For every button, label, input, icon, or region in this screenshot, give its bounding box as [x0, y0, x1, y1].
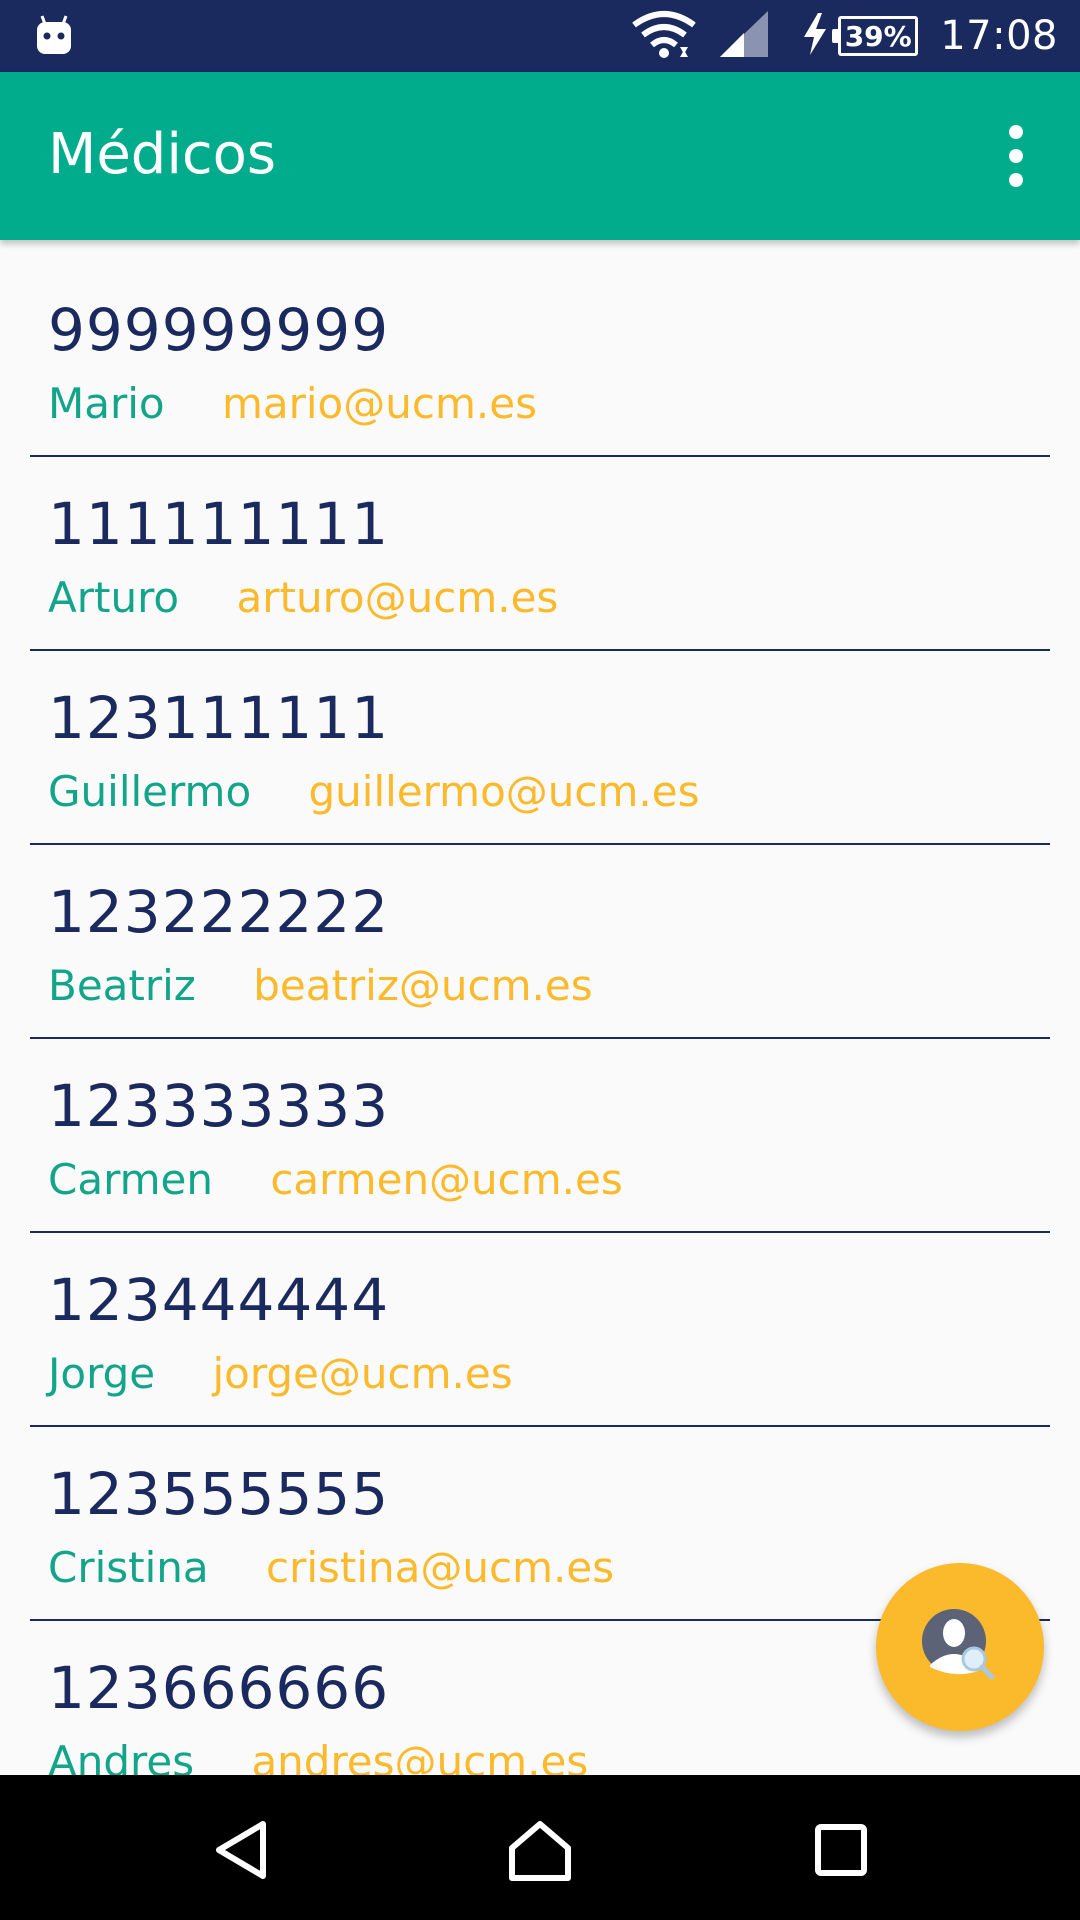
- doctor-phone: 123444444: [48, 1266, 390, 1334]
- doctor-phone: 123222222: [48, 878, 390, 946]
- battery-icon: 39%: [832, 16, 919, 56]
- list-item[interactable]: 123111111 Guillermo guillermo@ucm.es: [30, 651, 1050, 845]
- more-vert-icon-dot: [1009, 173, 1023, 187]
- doctor-phone: 999999999: [48, 296, 390, 364]
- list-item[interactable]: 123444444 Jorge jorge@ucm.es: [30, 1233, 1050, 1427]
- wifi-icon: [632, 9, 696, 63]
- android-notification-icon: [36, 14, 72, 56]
- doctor-name: Arturo: [48, 573, 180, 622]
- list-item[interactable]: 123333333 Carmen carmen@ucm.es: [30, 1039, 1050, 1233]
- doctor-email: arturo@ucm.es: [236, 573, 559, 622]
- recents-icon: [815, 1824, 867, 1876]
- recents-button[interactable]: [796, 1805, 886, 1895]
- list-item[interactable]: 111111111 Arturo arturo@ucm.es: [30, 457, 1050, 651]
- doctor-phone: 123666666: [48, 1654, 390, 1722]
- doctor-details: Carmen carmen@ucm.es: [48, 1159, 623, 1201]
- back-icon: [216, 1821, 266, 1879]
- doctor-email: guillermo@ucm.es: [308, 767, 700, 816]
- status-icons: 39% 17:08: [632, 0, 1058, 72]
- doctor-details: Andres andres@ucm.es: [48, 1741, 588, 1776]
- doctor-name: Carmen: [48, 1155, 213, 1204]
- doctor-name: Andres: [48, 1737, 195, 1776]
- doctor-details: Beatriz beatriz@ucm.es: [48, 965, 593, 1007]
- doctor-email: mario@ucm.es: [221, 379, 537, 428]
- doctor-details: Arturo arturo@ucm.es: [48, 577, 558, 619]
- battery-percentage: 39%: [844, 19, 912, 53]
- more-vert-icon: [1009, 125, 1023, 139]
- page-title: Médicos: [48, 122, 277, 187]
- doctor-details: Mario mario@ucm.es: [48, 383, 537, 425]
- doctor-details: Guillermo guillermo@ucm.es: [48, 771, 699, 813]
- list-item[interactable]: 123222222 Beatriz beatriz@ucm.es: [30, 845, 1050, 1039]
- search-doctor-fab[interactable]: [876, 1563, 1044, 1731]
- app-bar: Médicos: [0, 72, 1080, 240]
- screen: 39% 17:08 Médicos 999999999 Mario mario@…: [0, 0, 1080, 1920]
- back-button[interactable]: [196, 1805, 286, 1895]
- doctor-name: Guillermo: [48, 767, 252, 816]
- home-button[interactable]: [495, 1805, 585, 1895]
- doctor-email: jorge@ucm.es: [212, 1349, 513, 1398]
- charging-icon: [802, 13, 828, 59]
- doctor-phone: 123333333: [48, 1072, 390, 1140]
- doctor-details: Jorge jorge@ucm.es: [48, 1353, 513, 1395]
- doctor-list: 999999999 Mario mario@ucm.es 111111111 A…: [0, 240, 1080, 1775]
- doctor-phone: 123111111: [48, 684, 390, 752]
- clock: 17:08: [940, 13, 1058, 59]
- doctor-name: Beatriz: [48, 961, 196, 1010]
- status-bar: 39% 17:08: [0, 0, 1080, 72]
- home-icon: [509, 1821, 571, 1881]
- doctor-email: beatriz@ucm.es: [253, 961, 593, 1010]
- doctor-name: Jorge: [48, 1349, 156, 1398]
- more-vert-icon-dot: [1009, 149, 1023, 163]
- doctor-name: Cristina: [48, 1543, 209, 1592]
- doctor-email: cristina@ucm.es: [266, 1543, 615, 1592]
- doctor-phone: 111111111: [48, 490, 390, 558]
- doctor-phone: 123555555: [48, 1460, 390, 1528]
- doctor-details: Cristina cristina@ucm.es: [48, 1547, 614, 1589]
- navigation-bar: [0, 1775, 1080, 1920]
- search-user-icon: [920, 1605, 1000, 1689]
- doctor-email: carmen@ucm.es: [270, 1155, 623, 1204]
- doctor-email: andres@ucm.es: [251, 1737, 589, 1776]
- list-item[interactable]: 999999999 Mario mario@ucm.es: [30, 240, 1050, 457]
- signal-icon: [720, 11, 769, 61]
- more-options-button[interactable]: [980, 116, 1052, 196]
- doctor-name: Mario: [48, 379, 165, 428]
